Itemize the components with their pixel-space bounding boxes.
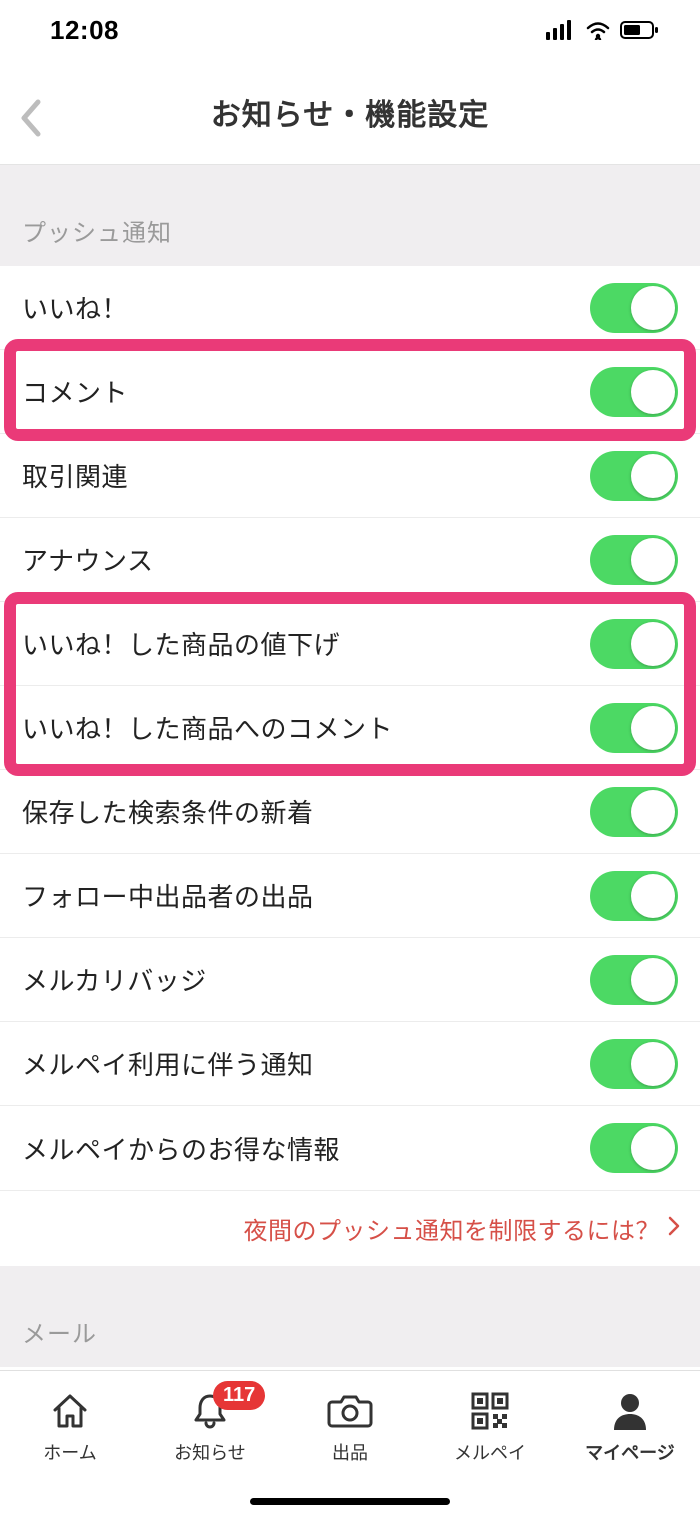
- setting-label: メルペイ利用に伴う通知: [22, 1045, 314, 1082]
- setting-row-transaction: 取引関連: [0, 434, 700, 518]
- toggle-badge[interactable]: [590, 955, 678, 1005]
- setting-row-saved-search: 保存した検索条件の新着: [0, 770, 700, 854]
- setting-label: いいね！した商品へのコメント: [22, 709, 393, 746]
- tab-home[interactable]: ホーム: [5, 1389, 135, 1515]
- home-icon: [49, 1390, 91, 1432]
- toggle-merpay-deals[interactable]: [590, 1123, 678, 1173]
- toggle-transaction[interactable]: [590, 451, 678, 501]
- setting-label: いいね！: [22, 289, 128, 326]
- person-icon: [610, 1390, 650, 1432]
- status-time: 12:08: [50, 15, 119, 46]
- chevron-right-icon: [668, 1215, 680, 1243]
- tab-sell[interactable]: 出品: [285, 1389, 415, 1515]
- night-push-link[interactable]: 夜間のプッシュ通知を制限するには？: [0, 1190, 700, 1266]
- toggle-following[interactable]: [590, 871, 678, 921]
- setting-row-following: フォロー中出品者の出品: [0, 854, 700, 938]
- tab-label: マイページ: [585, 1439, 675, 1465]
- home-indicator[interactable]: [250, 1498, 450, 1505]
- setting-label: いいね！した商品の値下げ: [22, 625, 340, 662]
- tab-label: ホーム: [43, 1439, 96, 1465]
- tab-label: 出品: [332, 1439, 368, 1465]
- header: お知らせ・機能設定: [0, 60, 700, 165]
- setting-label: コメント: [22, 373, 128, 410]
- status-icons: [546, 20, 660, 40]
- setting-label: アナウンス: [22, 541, 153, 578]
- setting-row-comment: コメント: [0, 350, 700, 434]
- toggle-price-drop[interactable]: [590, 619, 678, 669]
- tab-mypage[interactable]: マイページ: [565, 1389, 695, 1515]
- setting-label: メルペイからのお得な情報: [22, 1130, 340, 1167]
- setting-label: 取引関連: [22, 457, 128, 494]
- setting-row-liked-comment: いいね！した商品へのコメント: [0, 686, 700, 770]
- setting-row-like: いいね！: [0, 266, 700, 350]
- tab-label: メルペイ: [454, 1439, 526, 1465]
- setting-label: 保存した検索条件の新着: [22, 793, 314, 830]
- tab-notifications[interactable]: 117 お知らせ: [145, 1389, 275, 1515]
- setting-row-price-drop: いいね！した商品の値下げ: [0, 602, 700, 686]
- toggle-saved-search[interactable]: [590, 787, 678, 837]
- tab-bar: ホーム 117 お知らせ 出品 メルペイ マイページ: [0, 1370, 700, 1515]
- tab-merpay[interactable]: メルペイ: [425, 1389, 555, 1515]
- section-header-mail: メール: [0, 1266, 700, 1367]
- status-bar: 12:08: [0, 0, 700, 60]
- push-settings-list: いいね！ コメント 取引関連 アナウンス いいね！した商品の値下げ いいね！した…: [0, 266, 700, 1190]
- signal-icon: [546, 20, 576, 40]
- toggle-comment[interactable]: [590, 367, 678, 417]
- setting-row-badge: メルカリバッジ: [0, 938, 700, 1022]
- section-header-push: プッシュ通知: [0, 165, 700, 266]
- page-title: お知らせ・機能設定: [0, 90, 700, 134]
- setting-row-merpay-usage: メルペイ利用に伴う通知: [0, 1022, 700, 1106]
- toggle-merpay-usage[interactable]: [590, 1039, 678, 1089]
- setting-label: フォロー中出品者の出品: [22, 877, 314, 914]
- notification-badge: 117: [213, 1381, 265, 1410]
- toggle-liked-comment[interactable]: [590, 703, 678, 753]
- toggle-announce[interactable]: [590, 535, 678, 585]
- night-push-link-text: 夜間のプッシュ通知を制限するには？: [244, 1211, 661, 1246]
- camera-icon: [327, 1390, 373, 1432]
- battery-icon: [620, 20, 660, 40]
- chevron-left-icon: [18, 98, 42, 138]
- back-button[interactable]: [18, 98, 42, 143]
- wifi-icon: [584, 20, 612, 40]
- toggle-like[interactable]: [590, 283, 678, 333]
- setting-row-merpay-deals: メルペイからのお得な情報: [0, 1106, 700, 1190]
- setting-row-announce: アナウンス: [0, 518, 700, 602]
- setting-label: メルカリバッジ: [22, 961, 207, 998]
- tab-label: お知らせ: [174, 1439, 246, 1465]
- qr-icon: [470, 1391, 510, 1431]
